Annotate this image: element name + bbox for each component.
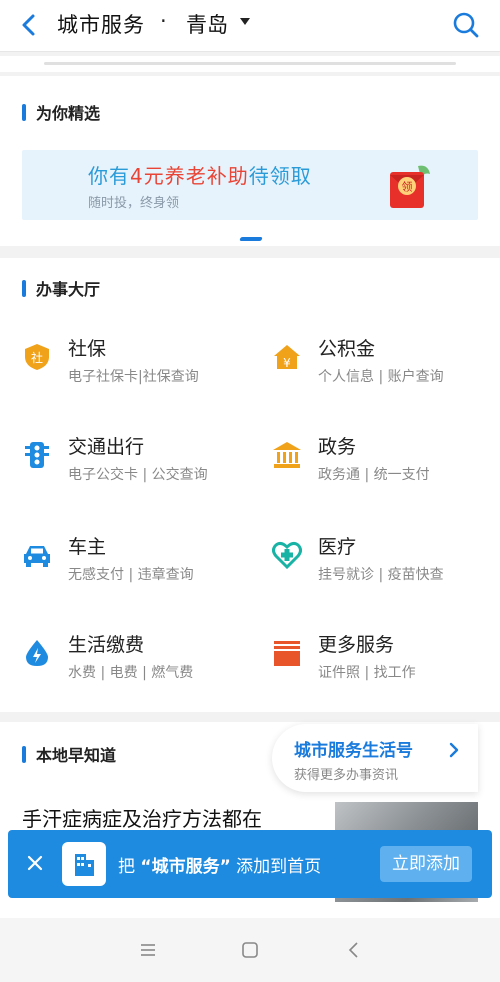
- service-desc: 无感支付 | 违章查询: [68, 567, 194, 583]
- service-desc: 证件照 | 找工作: [318, 665, 416, 681]
- service-desc: 电子公交卡 | 公交查询: [68, 467, 208, 483]
- building-icon: [75, 854, 94, 876]
- life-account-subtitle: 获得更多办事资讯: [294, 768, 399, 783]
- news-headline[interactable]: 手汗症病症及治疗方法都在: [22, 803, 262, 832]
- service-name: 社保: [68, 338, 107, 360]
- banner-title: 你有4元养老补助待领取: [88, 164, 312, 188]
- service-name: 交通出行: [68, 436, 145, 458]
- app-header: 城市服务 · 青岛: [0, 0, 500, 52]
- close-icon[interactable]: [26, 854, 44, 872]
- back-icon[interactable]: [344, 940, 364, 960]
- service-desc: 挂号就诊 | 疫苗快查: [318, 567, 444, 583]
- traffic-light-icon: [25, 442, 49, 468]
- service-desc: 个人信息 | 账户查询: [318, 369, 444, 385]
- city-services-page: 城市服务 · 青岛 为你精选 你有4元养老补助待领取 随时投，终身领 领 办事大…: [0, 0, 500, 982]
- service-more[interactable]: 更多服务 证件照 | 找工作: [272, 634, 500, 704]
- government-icon: [273, 442, 301, 468]
- system-navigation-bar: [0, 918, 500, 982]
- pension-subsidy-banner[interactable]: 你有4元养老补助待领取 随时投，终身领 领: [22, 150, 478, 220]
- service-desc: 政务通 | 统一支付: [318, 467, 430, 483]
- service-name: 生活缴费: [68, 634, 145, 656]
- page-title: 城市服务: [57, 13, 145, 37]
- service-government[interactable]: 政务 政务通 | 统一支付: [272, 436, 500, 506]
- service-social-security[interactable]: 社 社保 电子社保卡|社保查询: [22, 338, 252, 408]
- city-services-life-account-card[interactable]: 城市服务生活号 获得更多办事资讯: [272, 724, 478, 792]
- life-account-title: 城市服务生活号: [294, 741, 413, 761]
- service-traffic[interactable]: 交通出行 电子公交卡 | 公交查询: [22, 436, 252, 506]
- medical-icon: [272, 541, 302, 570]
- more-services-icon: [274, 641, 300, 666]
- service-desc: 电子社保卡|社保查询: [68, 369, 199, 385]
- city-selector[interactable]: 青岛: [186, 9, 228, 39]
- carousel-indicator: [239, 237, 263, 241]
- banner-subtitle: 随时投，终身领: [88, 196, 180, 211]
- svg-text:¥: ¥: [283, 356, 291, 370]
- car-icon: [24, 546, 50, 567]
- featured-section-title: 为你精选: [22, 100, 100, 124]
- red-envelope-icon: 领: [390, 165, 430, 208]
- svg-text:社: 社: [31, 350, 43, 365]
- add-to-home-bar: 把 “城市服务” 添加到首页 立即添加: [8, 830, 492, 898]
- service-housing-fund[interactable]: ¥ 公积金 个人信息 | 账户查询: [272, 338, 500, 408]
- caret-down-icon[interactable]: [240, 18, 250, 25]
- svg-text:领: 领: [402, 181, 413, 194]
- service-car-owner[interactable]: 车主 无感支付 | 违章查询: [22, 536, 252, 606]
- service-medical[interactable]: 医疗 挂号就诊 | 疫苗快查: [272, 536, 500, 606]
- service-hall-title: 办事大厅: [22, 276, 100, 300]
- service-name: 医疗: [318, 536, 357, 558]
- housing-fund-icon: ¥: [274, 345, 300, 370]
- home-icon[interactable]: [240, 940, 260, 960]
- service-name: 政务: [318, 436, 357, 458]
- chevron-right-icon: [449, 742, 459, 758]
- menu-icon[interactable]: [138, 940, 158, 960]
- add-now-button[interactable]: 立即添加: [380, 846, 472, 882]
- top-divider-strip: [0, 56, 500, 72]
- app-icon: [62, 842, 106, 886]
- service-utility-payment[interactable]: 生活缴费 水费 | 电费 | 燃气费: [22, 634, 252, 704]
- service-name: 更多服务: [318, 634, 395, 656]
- local-news-title: 本地早知道: [22, 742, 116, 766]
- back-arrow-icon[interactable]: [14, 10, 44, 40]
- service-name: 公积金: [318, 338, 376, 360]
- social-security-icon: 社: [25, 344, 49, 370]
- add-to-home-text: 把 “城市服务” 添加到首页: [118, 857, 322, 877]
- utility-payment-icon: [26, 640, 48, 666]
- service-name: 车主: [68, 536, 107, 558]
- search-icon[interactable]: [452, 11, 480, 39]
- title-separator: ·: [160, 9, 167, 33]
- service-desc: 水费 | 电费 | 燃气费: [68, 665, 194, 681]
